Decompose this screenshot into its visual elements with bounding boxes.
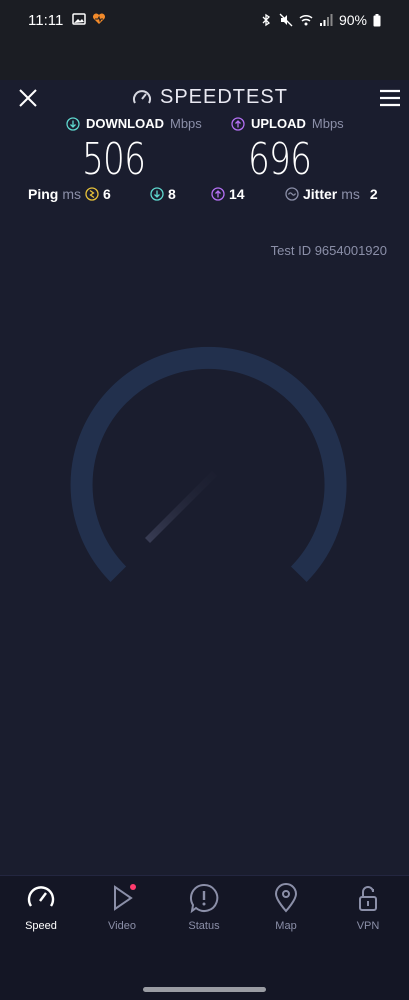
wifi-icon — [299, 14, 313, 26]
ping-download-stat: 8 — [150, 186, 176, 202]
bottom-navigation: Speed Video Status Map VPN — [0, 875, 409, 956]
nav-map[interactable]: Map — [256, 882, 316, 932]
notification-dot — [130, 884, 136, 890]
jitter-unit: ms — [341, 186, 360, 202]
nav-video-label: Video — [108, 920, 136, 932]
gesture-area — [0, 955, 409, 1000]
speed-icon — [27, 886, 55, 907]
nav-speed-label: Speed — [25, 920, 57, 932]
download-value: 506 — [82, 134, 146, 185]
mute-icon — [279, 13, 293, 27]
ping-upload-stat: 14 — [211, 186, 245, 202]
bluetooth-icon — [262, 13, 270, 27]
close-icon[interactable] — [16, 86, 40, 110]
nav-video[interactable]: Video — [92, 882, 152, 932]
nav-vpn[interactable]: VPN — [338, 882, 398, 932]
ping-unit: ms — [62, 186, 82, 202]
status-bar: 11:11 90% — [0, 0, 409, 80]
map-pin-icon — [274, 883, 298, 913]
jitter-value: 2 — [369, 186, 378, 202]
speedtest-logo: SPEEDTEST — [132, 86, 288, 109]
gallery-icon — [72, 13, 86, 25]
nav-speed[interactable]: Speed — [11, 882, 71, 932]
nav-vpn-label: VPN — [356, 920, 380, 932]
nav-map-label: Map — [275, 920, 297, 932]
ping-label: Ping — [28, 186, 59, 202]
idle-ping-icon — [85, 187, 99, 201]
speed-gauge — [70, 346, 347, 582]
download-header: DOWNLOAD Mbps — [66, 116, 202, 131]
app-title: SPEEDTEST — [160, 86, 288, 108]
nav-status[interactable]: Status — [174, 882, 234, 932]
status-time: 11:11 — [28, 12, 64, 29]
battery-icon — [373, 13, 381, 26]
battery-percent: 90% — [338, 12, 367, 28]
jitter-label: Jitter — [303, 186, 338, 202]
ping-stat: Ping ms 6 — [28, 186, 111, 202]
download-label: DOWNLOAD — [86, 116, 164, 131]
upload-label: UPLOAD — [251, 116, 306, 131]
jitter-icon — [285, 187, 299, 201]
notification-icons — [72, 12, 106, 26]
play-icon — [114, 884, 136, 911]
gauge-needle — [145, 471, 217, 543]
download-latency-icon — [150, 187, 164, 201]
upload-arrow-icon — [231, 116, 245, 131]
test-id[interactable]: Test ID 9654001920 — [271, 243, 387, 258]
upload-value: 696 — [248, 134, 312, 185]
ping-download-value: 8 — [168, 186, 176, 202]
upload-unit: Mbps — [311, 116, 344, 131]
lock-icon — [359, 886, 377, 911]
upload-latency-icon — [211, 187, 225, 201]
download-unit: Mbps — [170, 116, 202, 131]
ping-idle-value: 6 — [103, 186, 111, 202]
upload-header: UPLOAD Mbps — [231, 116, 344, 131]
signal-icon — [319, 14, 333, 26]
heart-app-icon — [92, 13, 106, 24]
gauge-track — [70, 346, 347, 582]
home-indicator[interactable] — [143, 987, 266, 992]
menu-icon[interactable] — [379, 87, 401, 109]
jitter-stat: Jitter ms 2 — [285, 186, 378, 202]
system-icons: 90% — [259, 12, 381, 28]
download-arrow-icon — [66, 116, 80, 131]
latency-stats: Ping ms 6 8 14 Jitter ms 2 — [0, 186, 409, 206]
nav-status-label: Status — [188, 920, 220, 932]
gauge-logo-icon — [133, 89, 151, 103]
status-icon — [189, 883, 219, 914]
ping-upload-value: 14 — [229, 186, 245, 202]
